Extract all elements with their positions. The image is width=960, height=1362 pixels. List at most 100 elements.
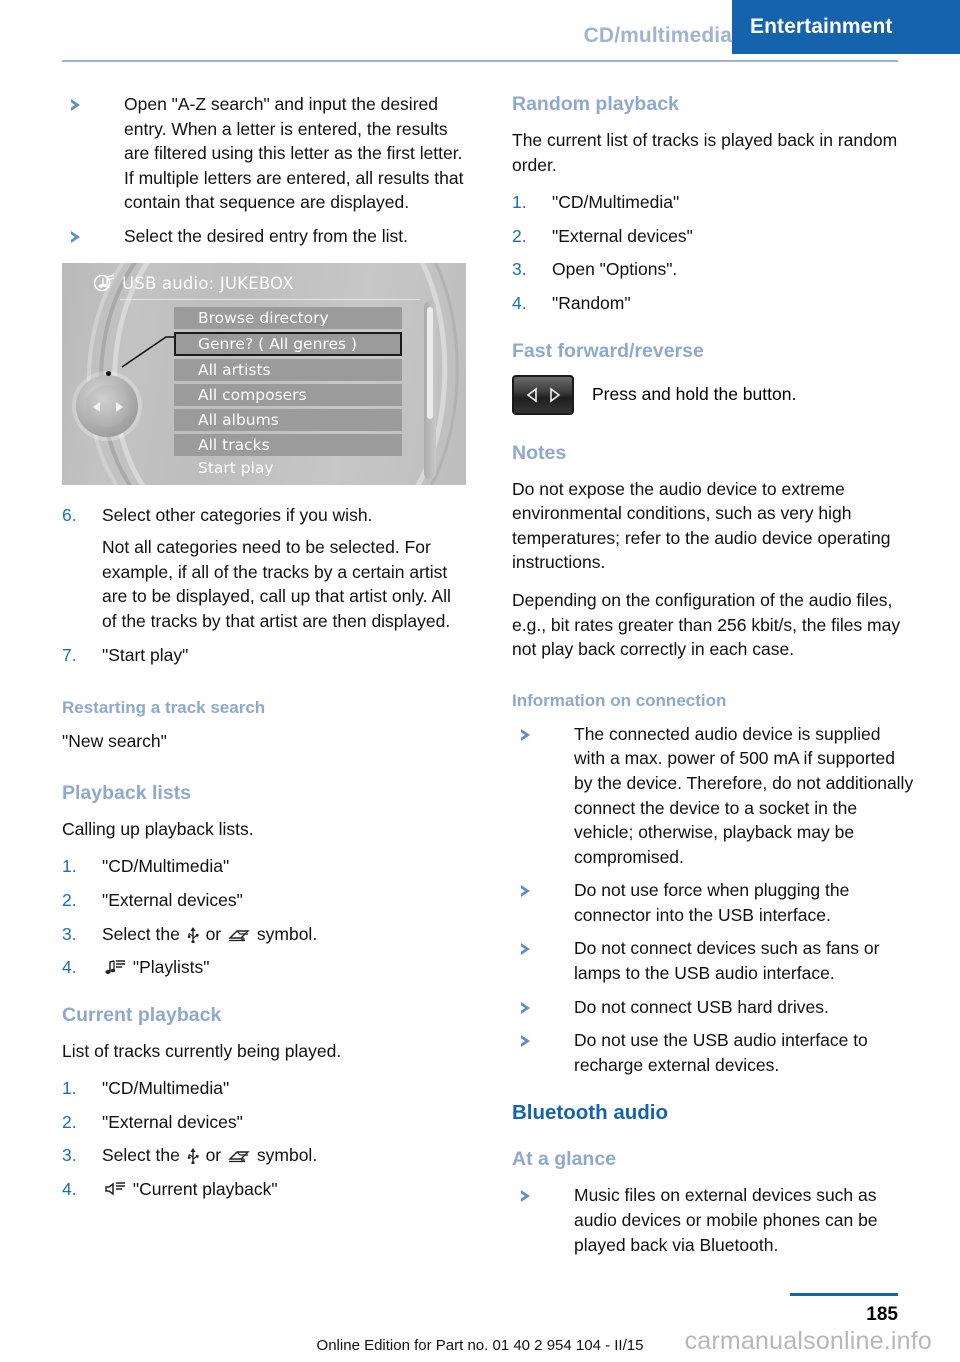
menu-row-all-tracks[interactable]: All tracks: [174, 433, 402, 456]
step-number: 1.: [62, 856, 77, 877]
step-text-middle: or: [205, 1145, 222, 1166]
playback-lists-intro: Calling up playback lists.: [62, 818, 254, 839]
step-text: "CD/Multimedia": [102, 1078, 230, 1099]
heading-information-on-connection: Information on connection: [512, 690, 727, 710]
speaker-playback-icon: [105, 1182, 125, 1196]
list-item: 3. Select the or symbol.: [62, 922, 466, 947]
random-playback-steps: 1. "CD/Multimedia" 2. "External devices"…: [512, 190, 916, 315]
menu-row-all-composers[interactable]: All composers: [174, 383, 402, 406]
heading-at-a-glance: At a glance: [512, 1148, 617, 1171]
step-text: "External devices": [102, 889, 243, 910]
step-text: Open "Options".: [552, 259, 678, 280]
list-item: Do not connect devices such as fans or l…: [512, 936, 916, 985]
bullet-text: Do not use the USB audio interface to re…: [574, 1030, 868, 1075]
step-text-after: symbol.: [256, 1145, 318, 1166]
music-note-icon: [94, 273, 115, 291]
page-number: 185: [866, 1304, 898, 1325]
bullet-text: Do not connect USB hard drives.: [574, 996, 829, 1017]
head-unit-screen-illustration: USB audio: JUKEBOX Browse directory Genr…: [62, 262, 466, 485]
playlist-icon: [105, 960, 125, 975]
reverse-triangle-icon: [526, 386, 537, 403]
list-item: 2. "External devices": [62, 888, 466, 913]
triangle-bullet-icon: [519, 885, 530, 898]
list-item: 4. "Playlists": [62, 955, 466, 980]
notes-paragraph-2: Depending on the configuration of the au…: [512, 589, 901, 660]
connection-info-bullets: The connected audio device is supplied w…: [512, 722, 916, 1078]
step-subtext: Not all categories need to be selected. …: [102, 537, 451, 631]
list-item: 2. "External devices": [62, 1110, 466, 1135]
step-text: "External devices": [552, 225, 693, 246]
screen-title-divider: [120, 298, 420, 300]
step-text: "CD/Multimedia": [552, 192, 680, 213]
triangle-bullet-icon: [519, 1001, 530, 1014]
menu-row-start-play[interactable]: Start play: [174, 457, 402, 479]
playback-lists-steps: 1. "CD/Multimedia" 2. "External devices"…: [62, 854, 466, 979]
external-device-icon: [228, 1151, 250, 1163]
step-number: 3.: [62, 923, 77, 944]
fast-forward-reverse-button[interactable]: [512, 374, 574, 415]
step-text: "Current playback": [132, 1179, 278, 1200]
step-number: 4.: [512, 292, 527, 313]
knob-left-arrow-icon: [93, 401, 100, 412]
usb-icon: [187, 926, 199, 943]
list-item: 1. "CD/Multimedia": [62, 854, 466, 879]
triangle-bullet-icon: [519, 1035, 530, 1048]
step-number: 1.: [62, 1078, 77, 1099]
heading-bluetooth-audio: Bluetooth audio: [512, 1101, 669, 1125]
heading-playback-lists: Playback lists: [62, 781, 191, 804]
menu-row-browse-directory[interactable]: Browse directory: [174, 306, 402, 329]
breadcrumb-cd-multimedia: CD/multimedia: [583, 24, 732, 47]
scrollbar-thumb[interactable]: [427, 306, 433, 419]
fast-forward-instruction: Press and hold the button.: [592, 383, 797, 404]
bullet-text: Do not use force when plugging the conne…: [574, 880, 850, 925]
triangle-bullet-icon: [69, 99, 80, 111]
numbered-steps-6-7: 6. Select other categories if you wish. …: [62, 503, 466, 668]
list-item: 4. "Current playback": [62, 1177, 466, 1202]
menu-row-all-albums[interactable]: All albums: [174, 408, 402, 431]
step-number: 2.: [62, 1111, 77, 1132]
step-number: 1.: [512, 192, 527, 213]
right-column: Random playback The current list of trac…: [512, 92, 916, 1266]
step-text-before: Select the: [102, 1145, 180, 1166]
bullet-text: Open "A-Z search" and input the desired …: [124, 94, 464, 213]
triangle-bullet-icon: [69, 230, 80, 243]
callout-anchor-dot: [106, 370, 111, 376]
triangle-bullet-icon: [519, 943, 530, 956]
heading-random-playback: Random playback: [512, 93, 679, 115]
step-text: "Random": [552, 292, 631, 313]
list-item: 6. Select other categories if you wish. …: [62, 503, 466, 634]
triangle-bullet-icon: [519, 1190, 530, 1203]
left-column: Open "A-Z search" and input the desired …: [62, 92, 466, 1211]
heading-notes: Notes: [512, 441, 567, 464]
step-number: 7.: [62, 644, 77, 665]
list-item: Do not use the USB audio interface to re…: [512, 1028, 916, 1077]
step-text-after: symbol.: [256, 923, 318, 944]
bullet-text: Music files on external devices such as …: [574, 1185, 878, 1255]
list-item: Select the desired entry from the list.: [62, 224, 466, 249]
step-text: "Start play": [102, 644, 189, 665]
bullet-text: Select the desired entry from the list.: [124, 225, 409, 246]
external-device-icon: [228, 929, 250, 941]
notes-paragraph-1: Do not expose the audio device to extrem…: [512, 478, 891, 573]
screen-title: USB audio: JUKEBOX: [122, 273, 294, 293]
restarting-text: "New search": [62, 731, 167, 752]
step-text: "External devices": [102, 1111, 243, 1132]
list-item: Do not connect USB hard drives.: [512, 995, 916, 1020]
list-item: Do not use force when plugging the conne…: [512, 878, 916, 927]
list-item: 1. "CD/Multimedia": [512, 190, 916, 215]
bullet-text: Do not connect devices such as fans or l…: [574, 938, 880, 984]
footer-edition-text: Online Edition for Part no. 01 40 2 954 …: [316, 1337, 644, 1354]
current-playback-intro: List of tracks currently being played.: [62, 1040, 342, 1061]
step-text: "CD/Multimedia": [102, 856, 230, 877]
menu-row-genre-selected[interactable]: Genre? ( All genres ): [174, 331, 402, 356]
breadcrumb-entertainment: Entertainment: [732, 0, 960, 54]
step-number: 2.: [62, 889, 77, 910]
step-text: "Playlists": [132, 957, 210, 978]
menu-row-all-artists[interactable]: All artists: [174, 358, 402, 381]
bluetooth-bullets: Music files on external devices such as …: [512, 1183, 916, 1257]
step-text-before: Select the: [102, 923, 180, 944]
step-number: 6.: [62, 504, 77, 525]
fast-forward-row: Press and hold the button.: [512, 374, 916, 415]
step-number: 4.: [62, 1179, 77, 1200]
step-text: Select other categories if you wish.: [102, 504, 373, 525]
